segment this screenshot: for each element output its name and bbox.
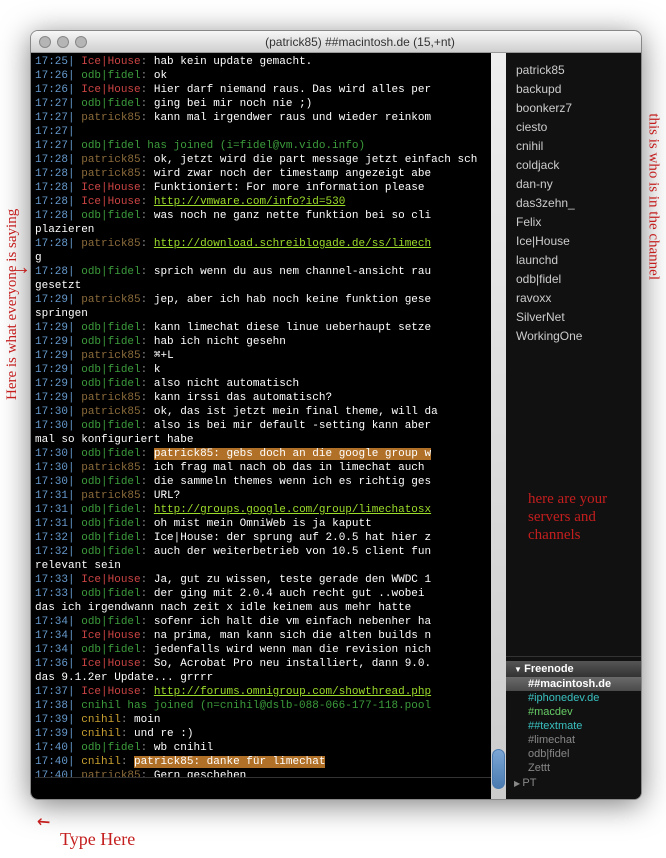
close-icon[interactable]: [39, 36, 51, 48]
message-line: 17:30| odb|fidel: patrick85: gebs doch a…: [35, 447, 502, 461]
channel-item[interactable]: #macdev: [506, 705, 641, 719]
chat-panel: 17:25| Ice|House: hab kein update gemach…: [31, 53, 506, 799]
message-line: 17:37| Ice|House: http://forums.omnigrou…: [35, 685, 502, 699]
message-line: 17:28| patrick85: http://download.schrei…: [35, 237, 502, 251]
annotation-right2: here are your servers and channels: [528, 490, 648, 544]
message-line: 17:28| Ice|House: Funktioniert: For more…: [35, 181, 502, 195]
message-line: 17:26| odb|fidel: ok: [35, 69, 502, 83]
arrow-icon: ↘: [31, 809, 58, 837]
message-line: 17:28| patrick85: wird zwar noch der tim…: [35, 167, 502, 181]
channel-item[interactable]: ##textmate: [506, 719, 641, 733]
message-line: 17:27| odb|fidel: ging bei mir noch nie …: [35, 97, 502, 111]
message-wrap: g: [35, 251, 502, 265]
user-item[interactable]: odb|fidel: [516, 270, 631, 289]
message-line: 17:28| odb|fidel: sprich wenn du aus nem…: [35, 265, 502, 279]
user-item[interactable]: patrick85: [516, 61, 631, 80]
channel-item[interactable]: #iphonedev.de: [506, 691, 641, 705]
user-item[interactable]: ravoxx: [516, 289, 631, 308]
message-line: 17:29| odb|fidel: k: [35, 363, 502, 377]
annotation-left: Here is what everyone is saying: [4, 209, 21, 400]
message-wrap: das 9.1.2er Update... grrrr: [35, 671, 502, 685]
message-line: 17:40| cnihil: patrick85: danke für lime…: [35, 755, 502, 769]
minimize-icon[interactable]: [57, 36, 69, 48]
message-line: 17:25| Ice|House: hab kein update gemach…: [35, 55, 502, 69]
scrollbar[interactable]: [491, 53, 506, 799]
user-item[interactable]: launchd: [516, 251, 631, 270]
body: 17:25| Ice|House: hab kein update gemach…: [31, 53, 641, 799]
user-item[interactable]: Ice|House: [516, 232, 631, 251]
message-line: 17:40| patrick85: Gern geschehen: [35, 769, 502, 777]
server-header[interactable]: Freenode: [506, 661, 641, 677]
message-line: 17:30| odb|fidel: die sammeln themes wen…: [35, 475, 502, 489]
channel-item[interactable]: #limechat: [506, 733, 641, 747]
message-line: 17:30| patrick85: ich frag mal nach ob d…: [35, 461, 502, 475]
message-line: 17:29| patrick85: jep, aber ich hab noch…: [35, 293, 502, 307]
annotation-bottom: Type Here: [60, 829, 135, 850]
message-line: 17:34| Ice|House: na prima, man kann sic…: [35, 629, 502, 643]
message-line: 17:39| cnihil: und re :): [35, 727, 502, 741]
app-window: (patrick85) ##macintosh.de (15,+nt) 17:2…: [30, 30, 642, 800]
scroll-thumb[interactable]: [492, 749, 505, 789]
server-tree: Freenode##macintosh.de#iphonedev.de#macd…: [506, 656, 641, 799]
window-title: (patrick85) ##macintosh.de (15,+nt): [87, 35, 633, 49]
message-list: 17:25| Ice|House: hab kein update gemach…: [35, 55, 502, 777]
message-line: 17:38| cnihil has joined (n=cnihil@dslb-…: [35, 699, 502, 713]
message-line: 17:33| Ice|House: Ja, gut zu wissen, tes…: [35, 573, 502, 587]
message-line: 17:33| odb|fidel: der ging mit 2.0.4 auc…: [35, 587, 502, 601]
channel-item[interactable]: odb|fidel: [506, 747, 641, 761]
message-line: 17:29| odb|fidel: also nicht automatisch: [35, 377, 502, 391]
message-line: 17:28| Ice|House: http://vmware.com/info…: [35, 195, 502, 209]
message-line: 17:36| Ice|House: So, Acrobat Pro neu in…: [35, 657, 502, 671]
user-item[interactable]: dan-ny: [516, 175, 631, 194]
message-input[interactable]: [35, 778, 502, 797]
sidebar: patrick85backupdboonkerz7ciestocnihilcol…: [506, 53, 641, 799]
message-line: 17:40| odb|fidel: wb cnihil: [35, 741, 502, 755]
message-line: 17:27|: [35, 125, 502, 139]
message-line: 17:27| patrick85: kann mal irgendwer rau…: [35, 111, 502, 125]
message-line: 17:32| odb|fidel: Ice|House: der sprung …: [35, 531, 502, 545]
message-line: 17:30| odb|fidel: also is bei mir defaul…: [35, 419, 502, 433]
user-item[interactable]: ciesto: [516, 118, 631, 137]
message-wrap: relevant sein: [35, 559, 502, 573]
message-line: 17:29| odb|fidel: hab ich nicht gesehn: [35, 335, 502, 349]
message-wrap: plazieren: [35, 223, 502, 237]
message-line: 17:29| patrick85: kann irssi das automat…: [35, 391, 502, 405]
server-header[interactable]: PT: [506, 775, 641, 791]
arrow-icon: →: [14, 256, 27, 281]
input-area: [35, 777, 502, 797]
message-wrap: mal so konfiguriert habe: [35, 433, 502, 447]
message-line: 17:32| odb|fidel: auch der weiterbetrieb…: [35, 545, 502, 559]
zoom-icon[interactable]: [75, 36, 87, 48]
message-line: 17:39| cnihil: moin: [35, 713, 502, 727]
message-line: 17:31| odb|fidel: oh mist mein OmniWeb i…: [35, 517, 502, 531]
user-item[interactable]: SilverNet: [516, 308, 631, 327]
message-wrap: das ich irgendwann nach zeit x idle kein…: [35, 601, 502, 615]
message-line: 17:28| patrick85: ok, jetzt wird die par…: [35, 153, 502, 167]
message-line: 17:30| patrick85: ok, das ist jetzt mein…: [35, 405, 502, 419]
titlebar[interactable]: (patrick85) ##macintosh.de (15,+nt): [31, 31, 641, 53]
user-item[interactable]: coldjack: [516, 156, 631, 175]
user-item[interactable]: backupd: [516, 80, 631, 99]
message-line: 17:34| odb|fidel: sofenr ich halt die vm…: [35, 615, 502, 629]
channel-item[interactable]: ##macintosh.de: [506, 677, 641, 691]
user-list: patrick85backupdboonkerz7ciestocnihilcol…: [506, 53, 641, 656]
message-line: 17:31| odb|fidel: http://groups.google.c…: [35, 503, 502, 517]
window-controls: [39, 36, 87, 48]
message-line: 17:27| odb|fidel has joined (i=fidel@vm.…: [35, 139, 502, 153]
annotation-right1: this is who is in the channel: [645, 113, 662, 280]
user-item[interactable]: WorkingOne: [516, 327, 631, 346]
message-line: 17:28| odb|fidel: was noch ne ganz nette…: [35, 209, 502, 223]
message-wrap: gesetzt: [35, 279, 502, 293]
channel-item[interactable]: Zettt: [506, 761, 641, 775]
message-line: 17:34| odb|fidel: jedenfalls wird wenn m…: [35, 643, 502, 657]
user-item[interactable]: cnihil: [516, 137, 631, 156]
user-item[interactable]: boonkerz7: [516, 99, 631, 118]
message-line: 17:29| patrick85: ⌘+L: [35, 349, 502, 363]
message-line: 17:31| patrick85: URL?: [35, 489, 502, 503]
message-line: 17:26| Ice|House: Hier darf niemand raus…: [35, 83, 502, 97]
user-item[interactable]: Felix: [516, 213, 631, 232]
message-line: 17:29| odb|fidel: kann limechat diese li…: [35, 321, 502, 335]
message-wrap: springen: [35, 307, 502, 321]
user-item[interactable]: das3zehn_: [516, 194, 631, 213]
